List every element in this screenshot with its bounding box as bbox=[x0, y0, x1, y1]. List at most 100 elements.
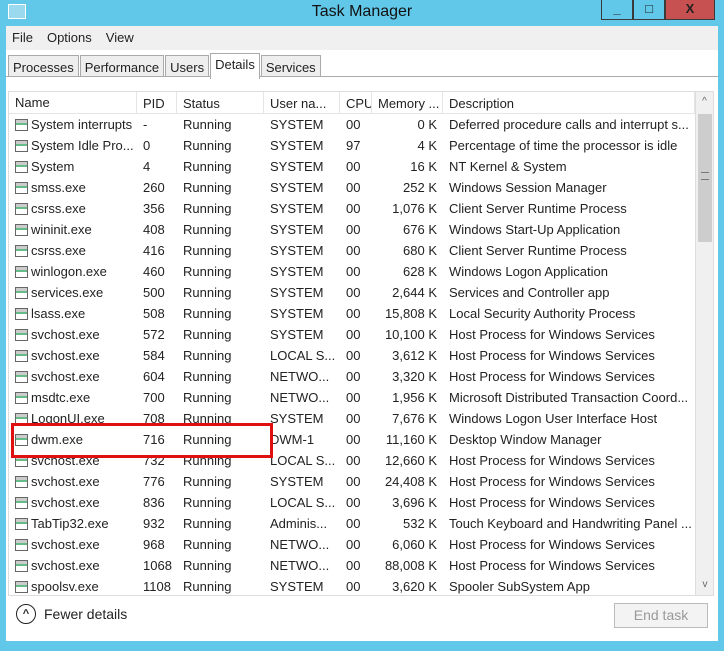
cell-memory: 3,320 K bbox=[372, 369, 443, 384]
table-row[interactable]: lsass.exe 508 Running SYSTEM 00 15,808 K Local… bbox=[9, 303, 695, 324]
column-description[interactable]: Description bbox=[443, 92, 695, 113]
cell-user: SYSTEM bbox=[264, 159, 340, 174]
column-cpu[interactable]: CPU bbox=[340, 92, 372, 113]
cell-text: Deferred procedure calls and interrupt s… bbox=[449, 117, 689, 132]
close-button[interactable]: X bbox=[665, 0, 715, 20]
cell-text: Host Process for Windows Services bbox=[449, 537, 655, 552]
cell-name: svchost.exe bbox=[9, 369, 137, 384]
cell-cpu: 00 bbox=[340, 390, 372, 405]
tab-processes[interactable]: Processes bbox=[8, 55, 79, 77]
cell-text: - bbox=[143, 117, 148, 132]
cell-status: Running bbox=[177, 306, 264, 321]
cell-text: 680 K bbox=[403, 243, 437, 258]
table-row[interactable]: wininit.exe 408 Running SYSTEM 00 676 K Window… bbox=[9, 219, 695, 240]
column-headers: Name PID Status User na... CPU Memory ..… bbox=[9, 92, 695, 114]
cell-memory: 0 K bbox=[372, 117, 443, 132]
column-name[interactable]: Name bbox=[9, 92, 137, 113]
cell-text: csrss.exe bbox=[31, 243, 86, 258]
table-row[interactable]: System interrupts - Running SYSTEM 00 0 K Defe… bbox=[9, 114, 695, 135]
table-row[interactable]: svchost.exe 584 Running LOCAL S... 00 3,612 K… bbox=[9, 345, 695, 366]
table-row[interactable]: TabTip32.exe 932 Running Adminis... 00 532 K T… bbox=[9, 513, 695, 534]
cell-description: Touch Keyboard and Handwriting Panel ... bbox=[443, 516, 695, 531]
cell-description: Windows Logon User Interface Host bbox=[443, 411, 695, 426]
cell-text: services.exe bbox=[31, 285, 104, 300]
cell-name: svchost.exe bbox=[9, 348, 137, 363]
fewer-details-button[interactable]: ^ Fewer details bbox=[16, 604, 127, 624]
cell-pid: 776 bbox=[137, 474, 177, 489]
column-status[interactable]: Status bbox=[177, 92, 264, 113]
cell-text: Running bbox=[183, 348, 232, 363]
cell-text: 15,808 K bbox=[384, 306, 437, 321]
table-row[interactable]: services.exe 500 Running SYSTEM 00 2,644 K Ser… bbox=[9, 282, 695, 303]
cell-status: Running bbox=[177, 117, 264, 132]
cell-text: Services and Controller app bbox=[449, 285, 610, 300]
tab-users[interactable]: Users bbox=[165, 55, 210, 77]
cell-text: 572 bbox=[143, 327, 165, 342]
cell-text: LOCAL S... bbox=[270, 495, 336, 510]
cell-status: Running bbox=[177, 264, 264, 279]
cell-status: Running bbox=[177, 474, 264, 489]
table-row[interactable]: winlogon.exe 460 Running SYSTEM 00 628 K Windo… bbox=[9, 261, 695, 282]
table-row[interactable]: spoolsv.exe 1108 Running SYSTEM 00 3,620 K Spo… bbox=[9, 576, 695, 595]
cell-description: Local Security Authority Process bbox=[443, 306, 695, 321]
table-row[interactable]: csrss.exe 356 Running SYSTEM 00 1,076 K Client… bbox=[9, 198, 695, 219]
column-user-name[interactable]: User na... bbox=[264, 92, 340, 113]
cell-memory: 532 K bbox=[372, 516, 443, 531]
cell-status: Running bbox=[177, 222, 264, 237]
table-row[interactable]: svchost.exe 572 Running SYSTEM 00 10,100 K Hos… bbox=[9, 324, 695, 345]
cell-text: NETWO... bbox=[270, 558, 330, 573]
table-row[interactable]: svchost.exe 604 Running NETWO... 00 3,320 K Ho… bbox=[9, 366, 695, 387]
process-icon bbox=[15, 118, 28, 131]
end-task-button[interactable]: End task bbox=[614, 603, 708, 628]
table-row[interactable]: svchost.exe 836 Running LOCAL S... 00 3,696 K… bbox=[9, 492, 695, 513]
cell-text: 88,008 K bbox=[384, 558, 437, 573]
cell-description: Microsoft Distributed Transaction Coord.… bbox=[443, 390, 695, 405]
cell-text: 00 bbox=[346, 558, 361, 573]
column-pid[interactable]: PID bbox=[137, 92, 177, 113]
scroll-thumb[interactable] bbox=[698, 114, 712, 242]
tab-bar: Processes Performance Users Details Serv… bbox=[6, 51, 718, 79]
table-row[interactable]: svchost.exe 776 Running SYSTEM 00 24,408 K Hos… bbox=[9, 471, 695, 492]
table-row[interactable]: svchost.exe 968 Running NETWO... 00 6,060 K Ho… bbox=[9, 534, 695, 555]
table-row[interactable]: System 4 Running SYSTEM 00 16 K NT Kernel & Sy… bbox=[9, 156, 695, 177]
cell-text: Running bbox=[183, 201, 232, 216]
table-row[interactable]: msdtc.exe 700 Running NETWO... 00 1,956 K Micr… bbox=[9, 387, 695, 408]
cell-text: 00 bbox=[346, 159, 361, 174]
table-row[interactable]: smss.exe 260 Running SYSTEM 00 252 K Windows S… bbox=[9, 177, 695, 198]
menu-file[interactable]: File bbox=[12, 30, 33, 46]
cell-name: winlogon.exe bbox=[9, 264, 137, 279]
cell-text: 3,320 K bbox=[392, 369, 437, 384]
cell-status: Running bbox=[177, 537, 264, 552]
cell-text: 97 bbox=[346, 138, 361, 153]
table-row[interactable]: csrss.exe 416 Running SYSTEM 00 680 K Client S… bbox=[9, 240, 695, 261]
maximize-button[interactable]: □ bbox=[633, 0, 665, 20]
tab-performance[interactable]: Performance bbox=[79, 55, 165, 77]
tab-services[interactable]: Services bbox=[260, 55, 321, 77]
menu-options[interactable]: Options bbox=[47, 30, 92, 46]
cell-text: 6,060 K bbox=[392, 537, 437, 552]
column-memory[interactable]: Memory ... bbox=[372, 92, 443, 113]
cell-pid: 460 bbox=[137, 264, 177, 279]
tab-details[interactable]: Details bbox=[210, 53, 260, 79]
cell-text: 500 bbox=[143, 285, 165, 300]
table-row[interactable]: System Idle Pro... 0 Running SYSTEM 97 4 K Per… bbox=[9, 135, 695, 156]
cell-pid: 260 bbox=[137, 180, 177, 195]
table-row[interactable]: svchost.exe 1068 Running NETWO... 00 88,008 K… bbox=[9, 555, 695, 576]
vertical-scrollbar[interactable]: ^ v bbox=[695, 92, 713, 595]
cell-text: 00 bbox=[346, 432, 361, 447]
cell-pid: 572 bbox=[137, 327, 177, 342]
cell-cpu: 00 bbox=[340, 516, 372, 531]
cell-name: System bbox=[9, 159, 137, 174]
scroll-up-icon[interactable]: ^ bbox=[696, 92, 713, 112]
menu-view[interactable]: View bbox=[106, 30, 134, 46]
scroll-down-icon[interactable]: v bbox=[696, 575, 713, 595]
cell-text: 356 bbox=[143, 201, 165, 216]
cell-cpu: 00 bbox=[340, 453, 372, 468]
cell-pid: 508 bbox=[137, 306, 177, 321]
cell-text: Local Security Authority Process bbox=[449, 306, 636, 321]
cell-text: 00 bbox=[346, 327, 361, 342]
minimize-button[interactable]: _ bbox=[601, 0, 633, 20]
cell-pid: 836 bbox=[137, 495, 177, 510]
cell-user: SYSTEM bbox=[264, 180, 340, 195]
cell-description: Host Process for Windows Services bbox=[443, 453, 695, 468]
